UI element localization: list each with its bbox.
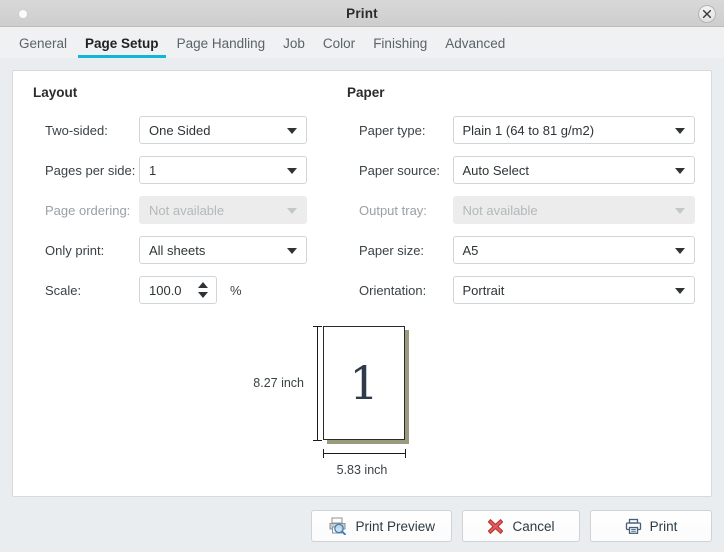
orientation-value: Portrait xyxy=(463,283,505,298)
page-height-label: 8.27 inch xyxy=(253,376,304,390)
output-tray-value: Not available xyxy=(463,203,538,218)
close-icon[interactable] xyxy=(698,5,716,23)
scale-label: Scale: xyxy=(31,283,139,298)
pages-per-side-label: Pages per side: xyxy=(31,163,139,178)
only-print-value: All sheets xyxy=(149,243,205,258)
output-tray-label: Output tray: xyxy=(345,203,453,218)
two-sided-dropdown[interactable]: One Sided xyxy=(139,116,307,144)
paper-type-dropdown[interactable]: Plain 1 (64 to 81 g/m2) xyxy=(453,116,696,144)
page-preview-inner: 8.27 inch 1 5.83 inch xyxy=(262,321,462,481)
pages-per-side-value: 1 xyxy=(149,163,156,178)
field-only-print: Only print: All sheets xyxy=(31,230,331,270)
print-button[interactable]: Print xyxy=(590,510,712,542)
pages-per-side-dropdown[interactable]: 1 xyxy=(139,156,307,184)
page-width-label: 5.83 inch xyxy=(262,463,462,477)
chevron-down-icon xyxy=(675,168,685,174)
layout-section-title: Layout xyxy=(33,85,331,100)
output-tray-dropdown: Not available xyxy=(453,196,696,224)
field-paper-size: Paper size: A5 xyxy=(345,230,695,270)
chevron-down-icon xyxy=(287,128,297,134)
scale-stepper-buttons xyxy=(196,277,210,303)
scale-unit-label: % xyxy=(230,283,242,298)
orientation-label: Orientation: xyxy=(345,283,453,298)
tab-page-setup[interactable]: Page Setup xyxy=(76,33,168,58)
paper-size-label: Paper size: xyxy=(345,243,453,258)
chevron-down-icon xyxy=(675,288,685,294)
field-orientation: Orientation: Portrait xyxy=(345,270,695,310)
tab-general[interactable]: General xyxy=(10,33,76,58)
field-output-tray: Output tray: Not available xyxy=(345,190,695,230)
field-scale: Scale: 100.0 % xyxy=(31,270,331,310)
paper-section-title: Paper xyxy=(347,85,695,100)
print-label: Print xyxy=(650,519,678,534)
print-icon xyxy=(625,518,642,535)
paper-source-label: Paper source: xyxy=(345,163,453,178)
page-sheet-thumbnail: 1 xyxy=(323,326,405,440)
chevron-down-icon xyxy=(287,208,297,214)
chevron-down-icon xyxy=(287,168,297,174)
tab-color[interactable]: Color xyxy=(314,33,364,58)
field-pages-per-side: Pages per side: 1 xyxy=(31,150,331,190)
page-height-ruler xyxy=(313,326,322,441)
chevron-down-icon xyxy=(287,248,297,254)
chevron-down-icon xyxy=(675,208,685,214)
scale-stepper[interactable]: 100.0 xyxy=(139,276,217,304)
cancel-button[interactable]: Cancel xyxy=(462,510,580,542)
scale-control: 100.0 % xyxy=(139,276,242,304)
paper-source-value: Auto Select xyxy=(463,163,530,178)
page-number-label: 1 xyxy=(349,360,378,406)
tab-page-handling[interactable]: Page Handling xyxy=(168,33,275,58)
paper-size-value: A5 xyxy=(463,243,479,258)
page-ordering-value: Not available xyxy=(149,203,224,218)
tab-bar: General Page Setup Page Handling Job Col… xyxy=(0,27,724,58)
stepper-down-icon[interactable] xyxy=(198,292,208,298)
tab-job[interactable]: Job xyxy=(274,33,314,58)
tab-finishing[interactable]: Finishing xyxy=(364,33,436,58)
page-setup-panel: Layout Two-sided: One Sided Pages per si… xyxy=(12,70,712,497)
layout-section: Layout Two-sided: One Sided Pages per si… xyxy=(31,85,331,310)
chevron-down-icon xyxy=(675,248,685,254)
chevron-down-icon xyxy=(675,128,685,134)
cancel-icon xyxy=(487,518,504,535)
two-sided-value: One Sided xyxy=(149,123,210,138)
window-title: Print xyxy=(346,6,378,21)
only-print-dropdown[interactable]: All sheets xyxy=(139,236,307,264)
two-sided-label: Two-sided: xyxy=(31,123,139,138)
dialog-footer: Print Preview Cancel Print xyxy=(0,500,724,552)
paper-section: Paper Paper type: Plain 1 (64 to 81 g/m2… xyxy=(345,85,695,310)
window-menu-icon[interactable] xyxy=(18,9,28,19)
print-preview-label: Print Preview xyxy=(355,519,435,534)
paper-type-label: Paper type: xyxy=(345,123,453,138)
only-print-label: Only print: xyxy=(31,243,139,258)
field-two-sided: Two-sided: One Sided xyxy=(31,110,331,150)
print-preview-button[interactable]: Print Preview xyxy=(311,510,452,542)
field-page-ordering: Page ordering: Not available xyxy=(31,190,331,230)
field-paper-type: Paper type: Plain 1 (64 to 81 g/m2) xyxy=(345,110,695,150)
orientation-dropdown[interactable]: Portrait xyxy=(453,276,696,304)
page-ordering-label: Page ordering: xyxy=(31,203,139,218)
paper-size-dropdown[interactable]: A5 xyxy=(453,236,696,264)
tab-advanced[interactable]: Advanced xyxy=(436,33,514,58)
stepper-up-icon[interactable] xyxy=(198,282,208,288)
page-ordering-dropdown: Not available xyxy=(139,196,307,224)
page-width-ruler xyxy=(323,449,406,458)
paper-type-value: Plain 1 (64 to 81 g/m2) xyxy=(463,123,595,138)
print-preview-icon xyxy=(328,517,347,535)
scale-value: 100.0 xyxy=(149,283,182,298)
paper-source-dropdown[interactable]: Auto Select xyxy=(453,156,696,184)
page-preview: 8.27 inch 1 5.83 inch xyxy=(13,321,711,481)
field-paper-source: Paper source: Auto Select xyxy=(345,150,695,190)
cancel-label: Cancel xyxy=(512,519,554,534)
title-bar: Print xyxy=(0,0,724,27)
